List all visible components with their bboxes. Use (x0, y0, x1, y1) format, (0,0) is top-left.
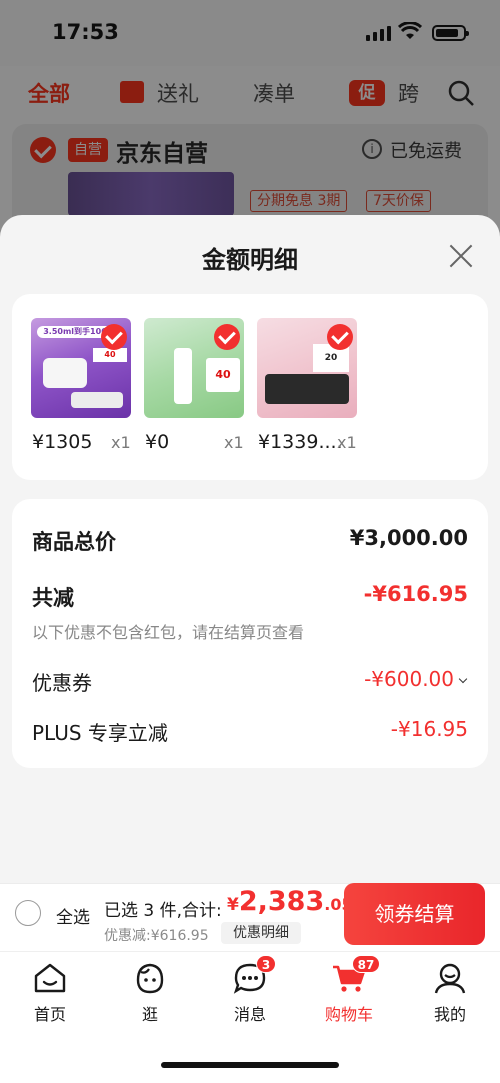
cart-filter-tabs: 全部 送礼 凑单 跨 (0, 66, 500, 120)
thumb-price: 40 (93, 348, 127, 362)
face-icon (136, 963, 164, 994)
total-reduction-value: -¥616.95 (363, 582, 468, 606)
tab-label: 我的 (433, 1005, 466, 1024)
promo-icon: 促 (349, 80, 385, 106)
sheet-title: 金额明细 (202, 246, 298, 274)
shipping-status: 已免运费 (390, 141, 462, 162)
coupon-label: 优惠券 (32, 671, 92, 695)
gift-icon (120, 81, 144, 103)
check-icon (214, 324, 240, 350)
selected-count: 已选 3 件,合计: (104, 901, 222, 921)
subtotal-label: 商品总价 (32, 530, 116, 554)
select-all-radio[interactable] (15, 900, 41, 926)
tab-label: 消息 (233, 1005, 266, 1024)
home-icon (34, 963, 66, 993)
close-icon[interactable] (446, 241, 476, 271)
product-price: ¥1339.... (258, 431, 343, 453)
product-thumbnail[interactable]: 20 (257, 318, 357, 418)
tab-cart[interactable]: 87 购物车 (309, 952, 389, 1032)
check-icon (327, 324, 353, 350)
product-qty: x1 (111, 433, 131, 452)
signal-icon (366, 26, 391, 41)
product-thumbnail[interactable]: 40 (144, 318, 244, 418)
product-bottle (174, 348, 192, 404)
tab-home[interactable]: 首页 (10, 952, 90, 1032)
tab-browse[interactable]: 逛 (110, 952, 190, 1032)
product-price: ¥1305 (32, 431, 93, 453)
installment-tag: 分期免息 3期 (250, 190, 348, 212)
discount-note: 以下优惠不包含红包，请在结算页查看 (32, 623, 305, 642)
tab-all[interactable]: 全部 (28, 78, 70, 108)
product-set (265, 374, 349, 404)
check-icon (101, 324, 127, 350)
home-indicator (161, 1062, 339, 1068)
tab-label: 购物车 (324, 1005, 373, 1024)
user-icon (434, 963, 466, 994)
product-image (68, 172, 234, 216)
store-check-icon[interactable] (30, 137, 56, 163)
message-badge: 3 (256, 955, 276, 973)
battery-icon (432, 25, 469, 41)
subtotal-value: ¥3,000.00 (349, 526, 468, 550)
discount-summary: 优惠减:¥616.95 (104, 928, 209, 944)
info-icon[interactable]: i (362, 139, 382, 159)
price-protect-tag: 7天价保 (366, 190, 431, 212)
product-thumbnail[interactable]: 3.50ml到手106 40 (31, 318, 131, 418)
status-time: 17:53 (52, 20, 119, 44)
store-name[interactable]: 京东自营 (116, 134, 208, 168)
product-jar (71, 392, 123, 408)
total-reduction-label: 共减 (32, 586, 74, 610)
chevron-down-icon (458, 674, 468, 684)
product-jar (43, 358, 87, 388)
wifi-icon (398, 22, 422, 39)
coupon-row[interactable]: -¥600.00 (364, 667, 468, 691)
checkout-button[interactable]: 领券结算 (344, 883, 485, 945)
total-currency: ¥ (227, 895, 239, 915)
coupon-value: -¥600.00 (364, 667, 454, 691)
tab-messages[interactable]: 3 消息 (210, 952, 290, 1032)
tab-cross-border[interactable]: 跨 (398, 78, 419, 108)
thumb-price: 40 (206, 358, 240, 392)
total-amount: 2,383 (238, 886, 325, 917)
select-all-label[interactable]: 全选 (56, 903, 90, 928)
tab-me[interactable]: 我的 (410, 952, 490, 1032)
discount-detail-button[interactable]: 优惠明细 (221, 922, 301, 944)
product-qty: x1 (224, 433, 244, 452)
self-operated-badge: 自营 (68, 138, 108, 162)
cart-badge: 87 (352, 955, 380, 973)
total-price: ¥2,383.05 (227, 886, 353, 917)
tab-bundle[interactable]: 凑单 (253, 78, 295, 108)
product-qty: x1 (337, 433, 357, 452)
tab-label: 逛 (141, 1005, 158, 1024)
product-price: ¥0 (145, 431, 170, 453)
tab-label: 首页 (33, 1005, 66, 1024)
tab-gift[interactable]: 送礼 (157, 78, 199, 108)
plus-discount-value: -¥16.95 (390, 717, 468, 741)
search-icon[interactable] (448, 80, 474, 106)
plus-discount-label: PLUS 专享立减 (32, 721, 168, 745)
